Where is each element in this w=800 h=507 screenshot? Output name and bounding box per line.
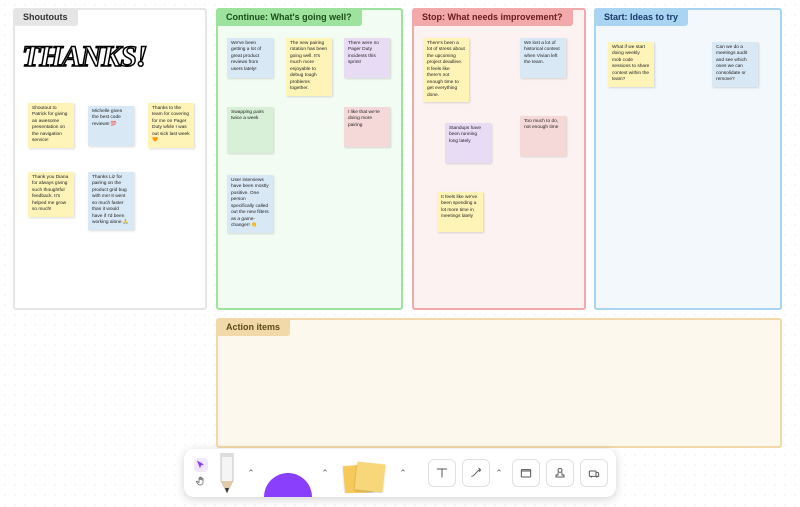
shape-tool-options[interactable]: ⌃ <box>318 466 332 480</box>
column-header-stop[interactable]: Stop: What needs improvement? <box>412 8 573 26</box>
sticky-note[interactable]: Thanks to the team for covering for me o… <box>148 103 194 148</box>
sticky-note[interactable]: What if we start doing weekly mob code s… <box>608 42 654 87</box>
sticky-note[interactable]: We lost a lot of historical context when… <box>520 38 566 78</box>
main-toolbar: ⌃ ⌃ ⌃ ⌃ <box>184 449 616 497</box>
draw-tool[interactable] <box>216 453 238 493</box>
sticky-note[interactable]: There's been a lot of stress about the u… <box>423 38 469 102</box>
sticky-note[interactable]: User interviews have been mostly positiv… <box>227 175 273 233</box>
sticky-tool[interactable] <box>338 453 390 493</box>
sticky-note[interactable]: Thanks Liz for pairing on the product gr… <box>88 172 134 230</box>
whiteboard-canvas[interactable]: Shoutouts Continue: What's going well? S… <box>0 0 800 507</box>
column-action-items: Action items <box>216 318 782 448</box>
connector-tool-options[interactable]: ⌃ <box>492 466 506 480</box>
more-tools[interactable] <box>580 459 608 487</box>
column-header-shoutouts[interactable]: Shoutouts <box>13 8 78 26</box>
column-header-ideas[interactable]: Start: Ideas to try <box>594 8 688 26</box>
select-tool-group <box>192 458 210 488</box>
sticky-note[interactable]: Standups have been running long lately <box>445 123 491 163</box>
column-header-action-items[interactable]: Action items <box>216 318 290 336</box>
sticky-note[interactable]: Michelle gives the best code reviews! 💯 <box>88 106 134 146</box>
sticky-note[interactable]: Too much to do, not enough time <box>520 116 566 156</box>
shape-tool[interactable] <box>264 449 312 497</box>
frame-tool[interactable] <box>512 459 540 487</box>
sticky-note[interactable]: Thank you Diana for always giving such t… <box>28 172 74 217</box>
column-header-continue[interactable]: Continue: What's going well? <box>216 8 362 26</box>
sticky-tool-options[interactable]: ⌃ <box>396 466 410 480</box>
sticky-note[interactable]: The new pairing rotation has been going … <box>286 38 332 96</box>
sticky-note[interactable]: Shoutout to Patrick for giving an awesom… <box>28 103 74 148</box>
sticky-note[interactable]: We've been getting a lot of great produc… <box>227 38 273 78</box>
sticky-note[interactable]: I like that we're doing more pairing <box>344 107 390 147</box>
sticky-note[interactable]: Swapping pairs twice a week <box>227 107 273 153</box>
sticky-note[interactable]: Can we do a meetings audit and see which… <box>712 42 758 87</box>
text-tool[interactable] <box>428 459 456 487</box>
stamp-tool[interactable] <box>546 459 574 487</box>
sticky-note[interactable]: It feels like we've been spending a lot … <box>437 192 483 232</box>
sticky-note[interactable]: There were no Pager Duty incidents this … <box>344 38 390 78</box>
cursor-tool[interactable] <box>194 458 208 472</box>
hero-thanks-text[interactable]: THANKS! <box>22 40 202 74</box>
hand-tool[interactable] <box>194 474 208 488</box>
connector-tool[interactable] <box>462 459 490 487</box>
draw-tool-options[interactable]: ⌃ <box>244 466 258 480</box>
